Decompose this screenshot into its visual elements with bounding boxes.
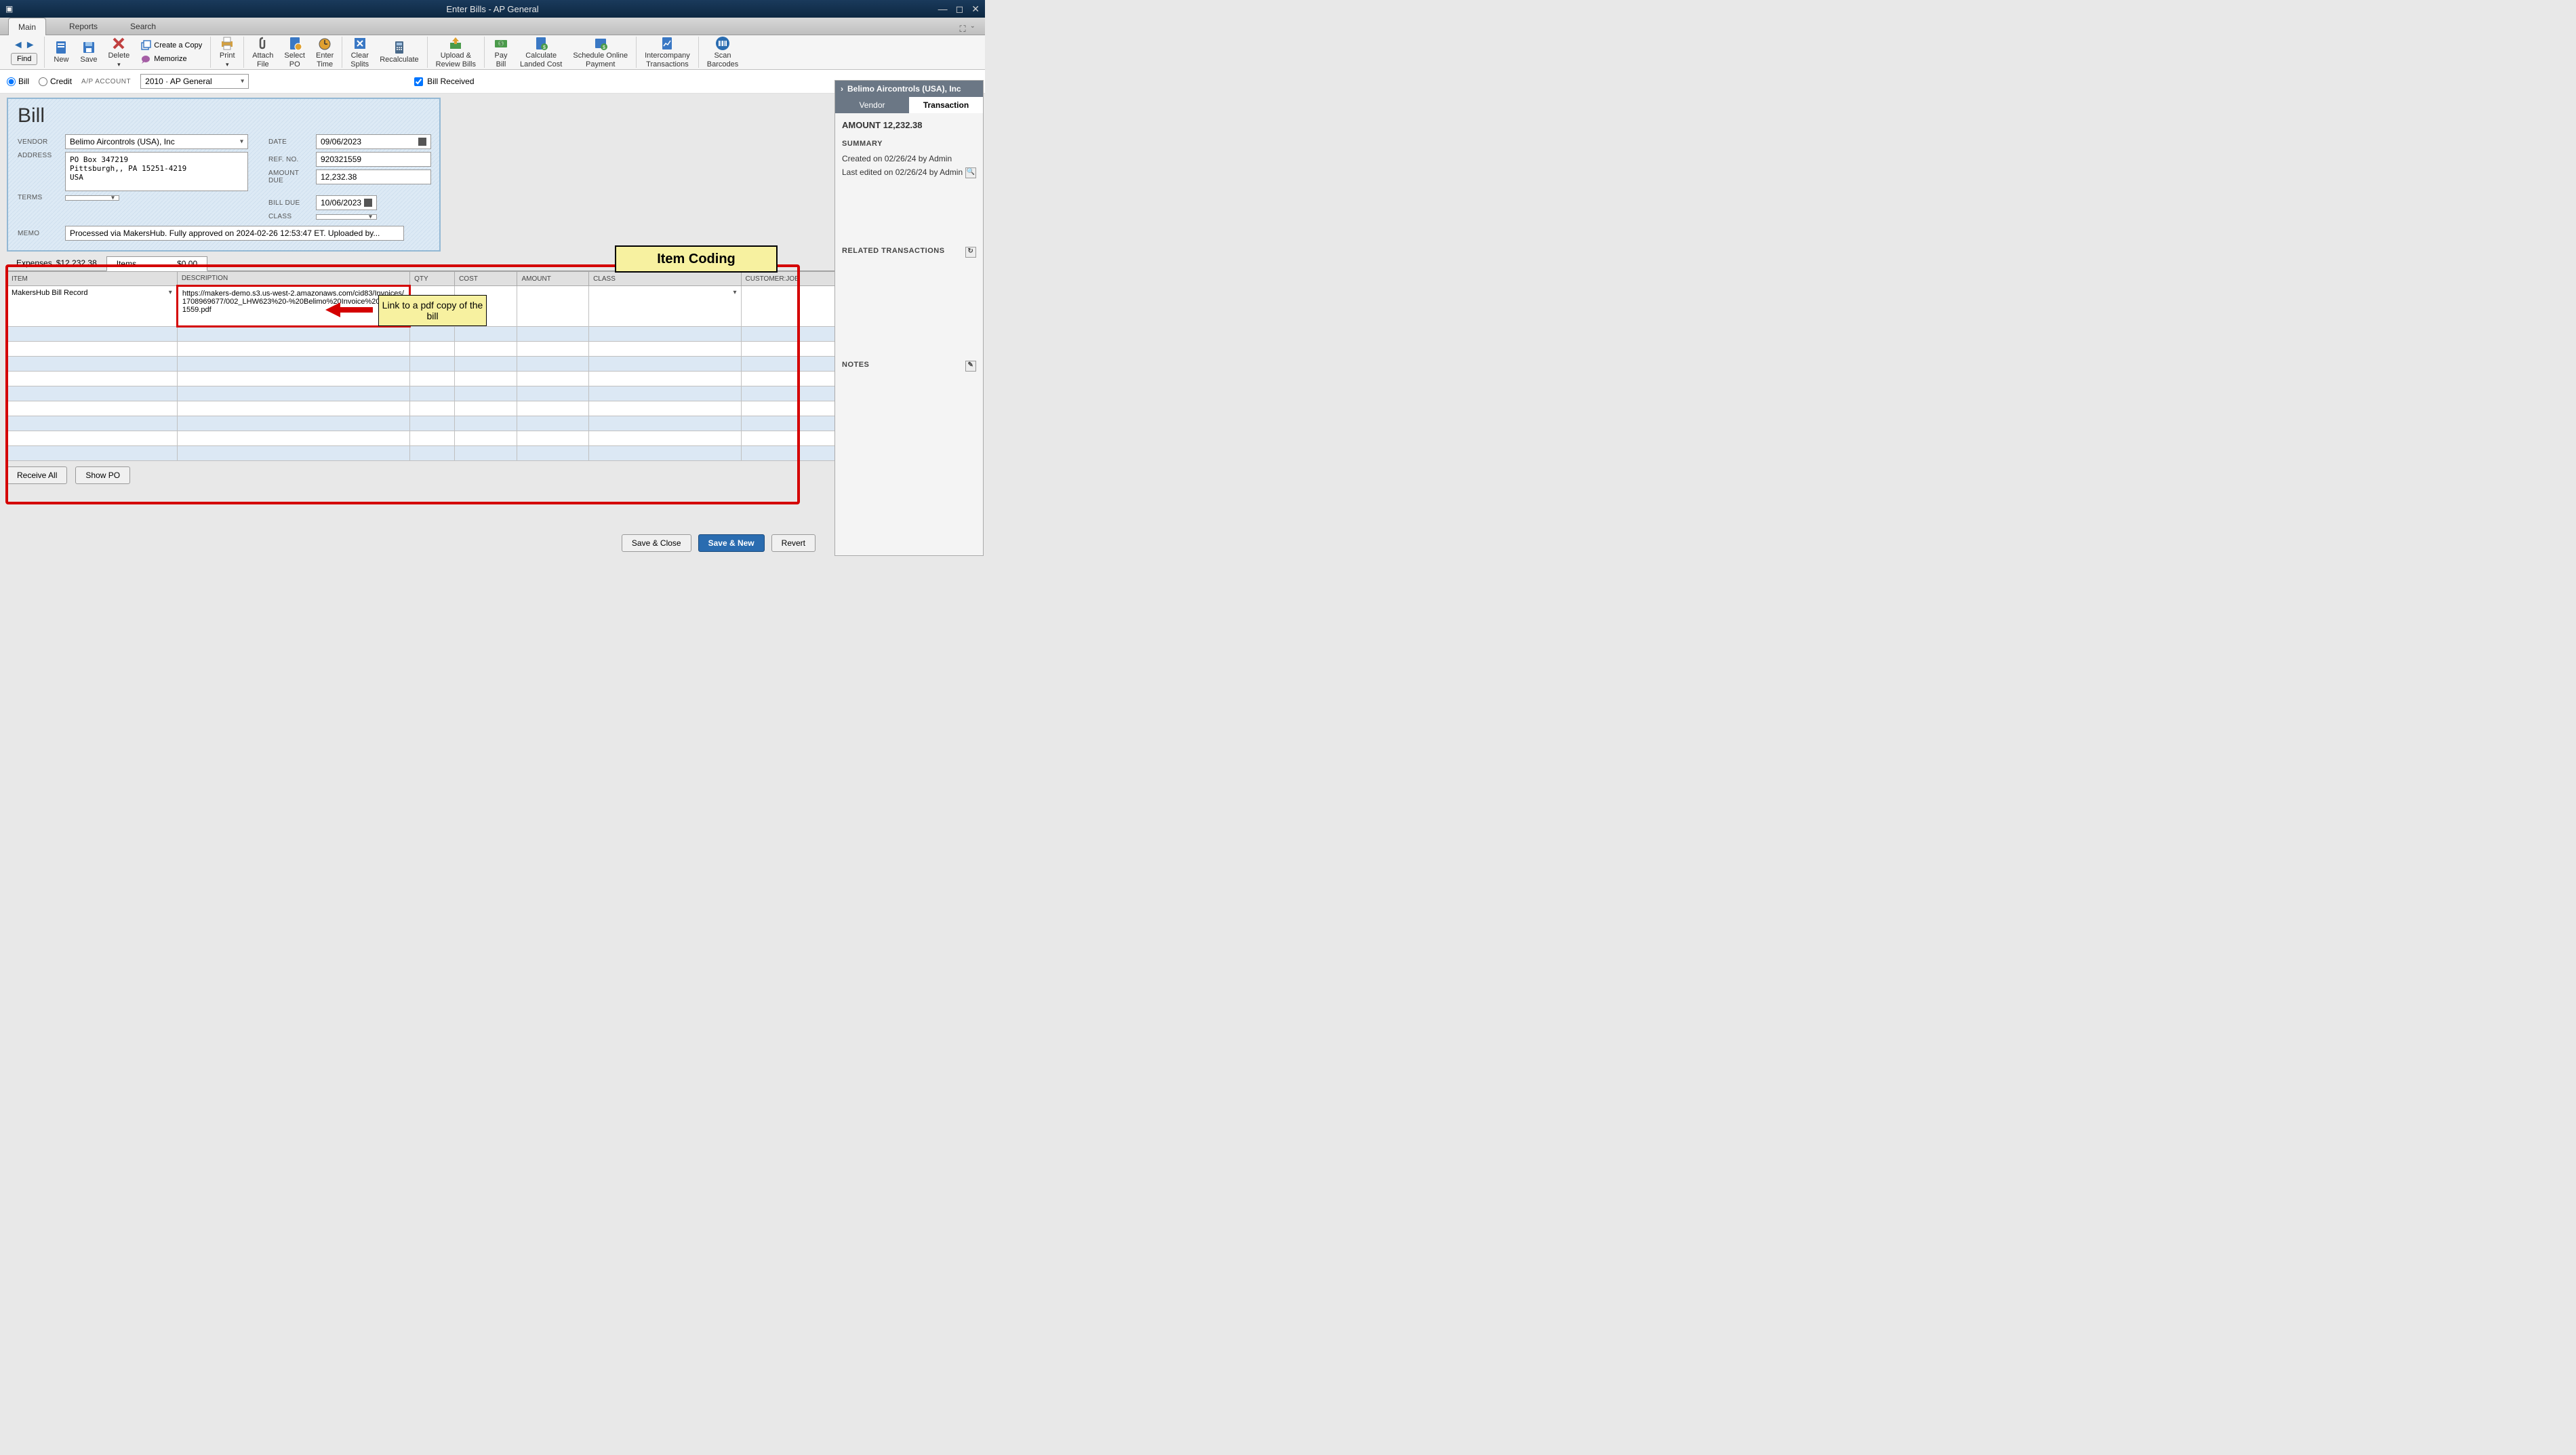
scan-barcodes-button[interactable]: Scan Barcodes <box>702 35 744 69</box>
col-description[interactable]: DESCRIPTION <box>177 272 409 286</box>
svg-text:$: $ <box>500 41 503 47</box>
show-po-button[interactable]: Show PO <box>75 466 130 484</box>
landed-cost-button[interactable]: $ Calculate Landed Cost <box>515 35 567 69</box>
transaction-panel: › Belimo Aircontrols (USA), Inc Vendor T… <box>834 80 984 556</box>
col-cost[interactable]: COST <box>455 272 517 286</box>
new-button[interactable]: New <box>47 39 75 65</box>
refresh-icon[interactable]: ↻ <box>965 247 976 258</box>
bill-due-field[interactable]: 10/06/2023 <box>316 195 377 210</box>
intercompany-button[interactable]: Intercompany Transactions <box>639 35 696 69</box>
annotation-link-pdf: Link to a pdf copy of the bill <box>378 295 487 326</box>
save-new-button[interactable]: Save & New <box>698 534 765 552</box>
items-tab[interactable]: Items$0.00 <box>106 256 207 271</box>
tab-search[interactable]: Search <box>121 18 165 35</box>
panel-tab-transaction[interactable]: Transaction <box>909 97 983 113</box>
empty-cell[interactable] <box>7 327 178 342</box>
bill-form: Bill VENDOR Belimo Aircontrols (USA), In… <box>7 98 441 252</box>
expand-icon[interactable]: ⛶ <box>960 24 966 35</box>
clear-splits-button[interactable]: Clear Splits <box>345 35 374 69</box>
minimize-icon[interactable]: — <box>938 3 948 14</box>
revert-button[interactable]: Revert <box>771 534 816 552</box>
ribbon-tabbar: Main Reports Search ⛶ ˇ <box>0 18 985 35</box>
nav-forward-icon[interactable]: ► <box>25 39 36 52</box>
amount-due-field[interactable]: 12,232.38 <box>316 170 431 184</box>
empty-cell[interactable] <box>7 431 178 446</box>
col-amount[interactable]: AMOUNT <box>517 272 589 286</box>
credit-radio[interactable]: Credit <box>39 77 72 86</box>
class-dropdown[interactable]: ▾ <box>316 214 377 220</box>
description-cell[interactable]: https://makers-demo.s3.us-west-2.amazona… <box>177 286 409 327</box>
audit-icon[interactable]: 🔍 <box>965 167 976 178</box>
enter-time-button[interactable]: Enter Time <box>310 35 339 69</box>
detail-tabs: Expenses$12,232.38 Items$0.00 <box>7 256 978 271</box>
calendar-icon[interactable] <box>418 138 426 146</box>
annotation-arrow-icon <box>325 302 373 317</box>
bill-heading: Bill <box>18 104 430 127</box>
panel-tab-vendor[interactable]: Vendor <box>835 97 909 113</box>
empty-cell[interactable] <box>7 386 178 401</box>
bill-received-checkbox[interactable]: Bill Received <box>414 77 474 86</box>
expenses-tab[interactable]: Expenses$12,232.38 <box>7 256 106 270</box>
col-item[interactable]: ITEM <box>7 272 178 286</box>
empty-cell[interactable] <box>7 372 178 386</box>
attach-file-button[interactable]: Attach File <box>247 35 279 69</box>
memorize-button[interactable]: Memorize <box>138 52 205 66</box>
empty-cell[interactable] <box>7 416 178 431</box>
tab-main[interactable]: Main <box>8 18 46 35</box>
ap-account-dropdown[interactable]: 2010 · AP General▾ <box>140 74 249 89</box>
refno-field[interactable]: 920321559 <box>316 152 431 167</box>
ap-account-label: A/P ACCOUNT <box>81 78 131 85</box>
maximize-icon[interactable]: ◻ <box>956 3 964 15</box>
save-close-button[interactable]: Save & Close <box>622 534 691 552</box>
close-icon[interactable]: ✕ <box>971 3 980 15</box>
svg-text:$: $ <box>543 45 546 50</box>
delete-button[interactable]: Delete▾ <box>102 35 135 69</box>
ribbon-toolbar: ◄ ► Find New Save Delete▾ Create a Copy <box>0 35 985 70</box>
pay-bill-button[interactable]: $ Pay Bill <box>487 35 515 69</box>
annotation-item-coding: Item Coding <box>615 245 778 273</box>
window-menu-icon[interactable]: ▣ <box>5 4 13 14</box>
vendor-dropdown[interactable]: Belimo Aircontrols (USA), Inc▾ <box>65 134 248 149</box>
empty-cell[interactable] <box>7 401 178 416</box>
save-button[interactable]: Save <box>75 39 102 65</box>
tab-reports[interactable]: Reports <box>60 18 107 35</box>
window-titlebar: ▣ Enter Bills - AP General — ◻ ✕ <box>0 0 985 18</box>
panel-notes-heading: NOTES✎ <box>842 361 976 369</box>
memo-field[interactable]: Processed via MakersHub. Fully approved … <box>65 226 404 241</box>
panel-header[interactable]: › Belimo Aircontrols (USA), Inc <box>835 81 983 97</box>
address-field[interactable] <box>65 152 248 191</box>
empty-cell[interactable] <box>7 357 178 372</box>
empty-cell[interactable] <box>7 446 178 461</box>
nav-back-icon[interactable]: ◄ <box>13 39 24 52</box>
collapse-ribbon-icon[interactable]: ˇ <box>971 24 974 35</box>
panel-created-line: Created on 02/26/24 by Admin <box>842 152 976 165</box>
window-title: Enter Bills - AP General <box>446 4 538 14</box>
col-class[interactable]: CLASS <box>589 272 741 286</box>
schedule-online-button[interactable]: $ Schedule Online Payment <box>567 35 633 69</box>
calendar-icon[interactable] <box>364 199 372 207</box>
select-po-button[interactable]: Select PO <box>279 35 310 69</box>
date-field[interactable]: 09/06/2023 <box>316 134 431 149</box>
col-qty[interactable]: QTY <box>410 272 455 286</box>
panel-amount: AMOUNT 12,232.38 <box>842 120 976 130</box>
svg-text:$: $ <box>603 45 605 50</box>
print-button[interactable]: Print▾ <box>214 35 241 69</box>
panel-edited-line: Last edited on 02/26/24 by Admin🔍 <box>842 165 976 179</box>
empty-cell[interactable] <box>7 342 178 357</box>
item-cell[interactable]: MakersHub Bill Record▾ <box>7 286 178 327</box>
panel-summary-heading: SUMMARY <box>842 140 976 148</box>
upload-review-button[interactable]: Upload & Review Bills <box>430 35 481 69</box>
bill-radio[interactable]: Bill <box>7 77 29 86</box>
amount-cell[interactable] <box>517 286 589 327</box>
recalculate-button[interactable]: Recalculate <box>374 39 424 65</box>
edit-icon[interactable]: ✎ <box>965 361 976 372</box>
create-copy-button[interactable]: Create a Copy <box>138 39 205 52</box>
find-button[interactable]: Find <box>11 53 37 65</box>
panel-related-heading: RELATED TRANSACTIONS↻ <box>842 247 976 255</box>
items-grid: ITEM DESCRIPTION QTY COST AMOUNT CLASS C… <box>7 271 978 461</box>
class-cell[interactable]: ▾ <box>589 286 741 327</box>
chevron-right-icon: › <box>841 84 843 94</box>
receive-all-button[interactable]: Receive All <box>7 466 67 484</box>
terms-dropdown[interactable]: ▾ <box>65 195 119 201</box>
